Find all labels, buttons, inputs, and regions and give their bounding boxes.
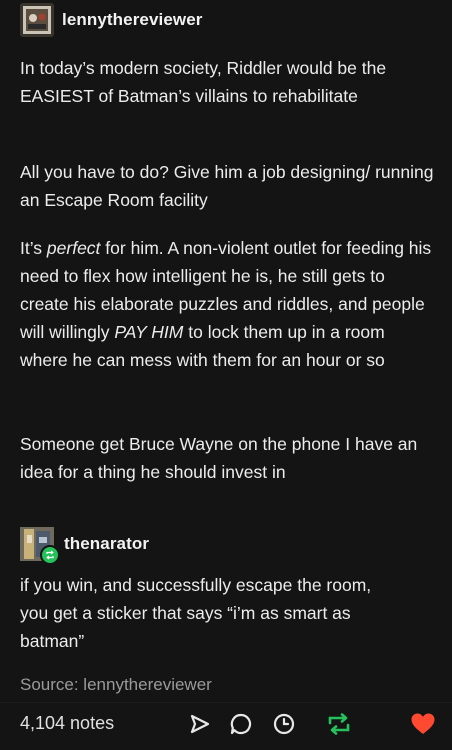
post-body-3: It’s perfect for him. A non-violent outl… <box>20 234 438 374</box>
reply-icon[interactable] <box>228 711 254 737</box>
emphasis-perfect: perfect <box>46 238 101 258</box>
reblog-text: if you win, and successfully escape the … <box>20 575 372 651</box>
reblog-badge-icon <box>40 545 60 565</box>
avatar-image-icon <box>20 3 54 37</box>
footer-divider <box>0 702 452 703</box>
share-icon[interactable] <box>187 711 213 737</box>
notes-count[interactable]: 4,104 notes <box>20 713 114 734</box>
username-2[interactable]: thenarator <box>64 534 149 554</box>
post-footer: 4,104 notes <box>0 705 452 747</box>
paragraph-2: All you have to do? Give him a job desig… <box>20 162 434 210</box>
like-icon[interactable] <box>410 711 436 737</box>
paragraph-3: It’s perfect for him. A non-violent outl… <box>20 234 432 374</box>
tumblr-post: lennythereviewer In today’s modern socie… <box>0 0 452 750</box>
post-body-2: All you have to do? Give him a job desig… <box>20 158 438 214</box>
username[interactable]: lennythereviewer <box>62 10 203 30</box>
post-body-4: Someone get Bruce Wayne on the phone I h… <box>20 430 438 486</box>
author-row-1: lennythereviewer <box>20 3 203 37</box>
paragraph-1: In today’s modern society, Riddler would… <box>20 58 387 106</box>
paragraph-3-part-1: It’s <box>20 238 47 258</box>
source-link[interactable]: Source: lennythereviewer <box>20 675 438 695</box>
avatar-2[interactable] <box>20 527 60 565</box>
emphasis-pay-him: PAY HIM <box>114 322 184 342</box>
paragraph-4: Someone get Bruce Wayne on the phone I h… <box>20 434 418 482</box>
author-row-2: thenarator <box>20 527 149 565</box>
reblog-icon[interactable] <box>326 711 352 737</box>
post-body-1: In today’s modern society, Riddler would… <box>20 54 438 110</box>
post-body-5: if you win, and successfully escape the … <box>20 571 438 655</box>
avatar[interactable] <box>20 3 54 37</box>
history-icon[interactable] <box>271 711 297 737</box>
